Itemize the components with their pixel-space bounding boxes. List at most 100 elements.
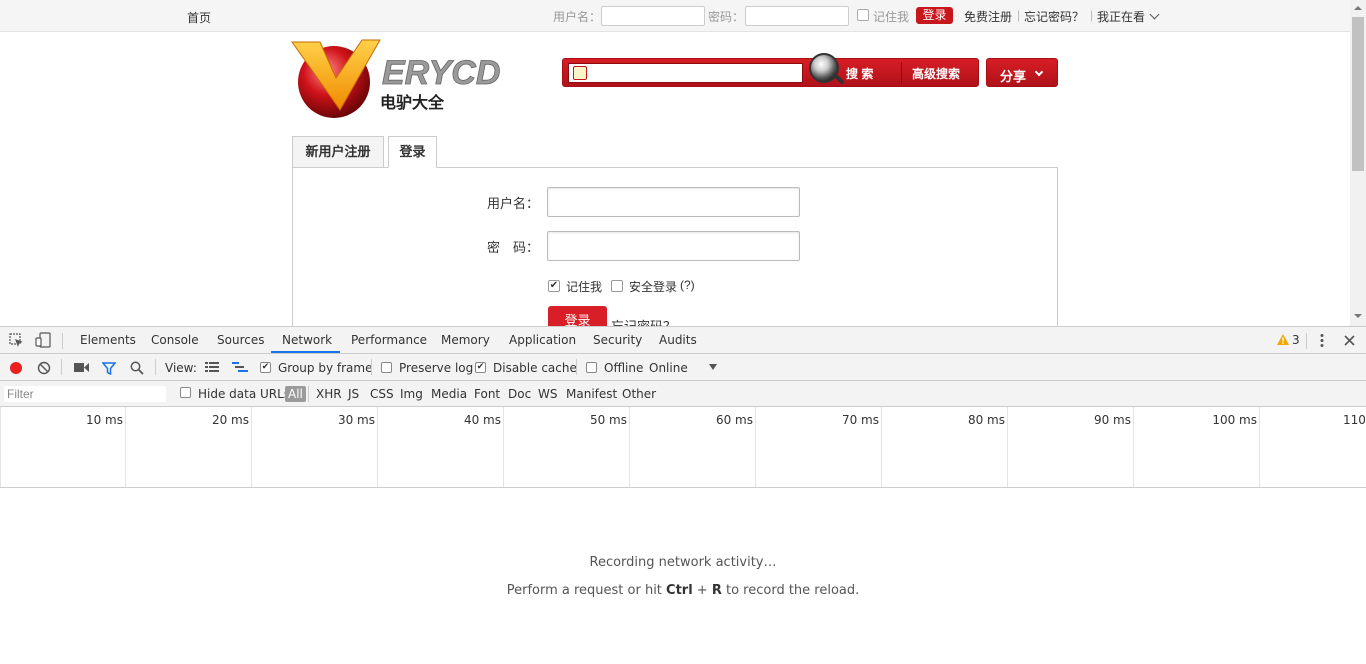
chevron-down-icon — [1149, 9, 1160, 20]
top-login-button[interactable]: 登录 — [916, 7, 953, 24]
tab-elements[interactable]: Elements — [80, 333, 136, 347]
filter-input[interactable] — [3, 385, 167, 403]
login-submit-button[interactable]: 登录 — [548, 306, 607, 326]
device-toolbar-icon[interactable] — [35, 332, 51, 348]
divider — [155, 359, 156, 375]
close-icon[interactable] — [1344, 335, 1355, 346]
waterfall-overview-icon[interactable] — [232, 362, 248, 374]
tab-network[interactable]: Network — [282, 333, 332, 347]
verycd-logo[interactable]: ERYCD 电驴大全 — [290, 38, 510, 122]
record-icon[interactable] — [9, 361, 23, 375]
filter-type-manifest[interactable]: Manifest — [566, 387, 617, 401]
watching-menu[interactable]: 我正在看 — [1097, 8, 1145, 25]
screenshot-camera-icon[interactable] — [74, 362, 89, 373]
tick-line — [1133, 407, 1134, 487]
site-viewport: 首页 用户名： 密码： 记住我 登录 免费注册 | 忘记密码？ | 我正在看 E… — [0, 0, 1366, 326]
scroll-down-icon[interactable] — [1354, 314, 1362, 318]
share-label: 分享 — [1000, 69, 1027, 84]
group-by-frame-label: Group by frame — [278, 361, 373, 375]
login-form: 用户名： 密 码： ✔ 记住我 安全登录 (?) 登录 忘记密码？ — [292, 167, 1058, 326]
tab-security[interactable]: Security — [593, 333, 642, 347]
shield-icon — [573, 66, 587, 80]
preserve-log-checkbox[interactable] — [381, 362, 392, 373]
remember-checkbox[interactable]: ✔ — [548, 280, 560, 292]
filter-type-ws[interactable]: WS — [538, 387, 557, 401]
tick-label: 60 ms — [715, 413, 753, 427]
vertical-scrollbar[interactable] — [1350, 0, 1366, 326]
disable-cache-checkbox[interactable]: ✔ — [475, 362, 486, 373]
filter-type-media[interactable]: Media — [431, 387, 467, 401]
filter-type-all[interactable]: All — [285, 386, 306, 402]
forgot-password-link[interactable]: 忘记密码？ — [1024, 8, 1084, 25]
tab-application[interactable]: Application — [509, 333, 576, 347]
username-input[interactable] — [547, 187, 800, 217]
secure-login-checkbox[interactable] — [611, 280, 623, 292]
top-username-input[interactable] — [601, 6, 705, 26]
tick-label: 10 ms — [85, 413, 123, 427]
tab-login[interactable]: 登录 — [388, 136, 437, 168]
filter-bar: Hide data URLs All XHR JS CSS Img Media … — [0, 381, 1366, 407]
inspect-element-icon[interactable] — [9, 333, 24, 348]
recording-status: Recording network activity… — [589, 555, 777, 570]
search-icon-handle — [833, 73, 845, 85]
svg-text:ERYCD: ERYCD — [382, 54, 500, 92]
hide-data-urls-checkbox[interactable] — [180, 387, 191, 398]
scroll-up-icon[interactable] — [1354, 6, 1362, 10]
password-input[interactable] — [547, 231, 800, 261]
dropdown-arrow-icon[interactable] — [709, 364, 717, 370]
network-overview-timeline[interactable]: 10 ms 20 ms 30 ms 40 ms 50 ms 60 ms 70 m… — [0, 407, 1366, 488]
warning-icon[interactable] — [1277, 334, 1289, 345]
filter-type-css[interactable]: CSS — [370, 387, 394, 401]
divider — [576, 359, 577, 375]
tab-register[interactable]: 新用户注册 — [292, 136, 384, 168]
register-link[interactable]: 免费注册 — [964, 8, 1012, 25]
tab-audits[interactable]: Audits — [659, 333, 697, 347]
filter-type-xhr[interactable]: XHR — [316, 387, 342, 401]
filter-icon[interactable] — [102, 362, 116, 375]
top-password-input[interactable] — [745, 6, 849, 26]
offline-checkbox[interactable] — [586, 362, 597, 373]
more-options-icon[interactable] — [1319, 333, 1325, 348]
tab-memory[interactable]: Memory — [441, 333, 490, 347]
filter-type-font[interactable]: Font — [474, 387, 500, 401]
tick-label: 40 ms — [463, 413, 501, 427]
remember-checkbox[interactable] — [857, 9, 869, 21]
tick-line — [503, 407, 504, 487]
search-button[interactable]: 搜 索 — [846, 65, 873, 82]
divider — [308, 386, 309, 402]
search-icon[interactable] — [130, 361, 144, 375]
advanced-search-button[interactable]: 高级搜索 — [912, 65, 960, 82]
tick-line — [881, 407, 882, 487]
search-input[interactable] — [568, 63, 803, 83]
tab-console[interactable]: Console — [151, 333, 199, 347]
tab-performance[interactable]: Performance — [351, 333, 427, 347]
share-button[interactable]: 分享 — [986, 58, 1058, 87]
scroll-thumb[interactable] — [1352, 17, 1364, 171]
throttling-select[interactable]: Online — [649, 361, 688, 375]
filter-type-doc[interactable]: Doc — [508, 387, 531, 401]
filter-type-img[interactable]: Img — [400, 387, 423, 401]
filter-type-other[interactable]: Other — [622, 387, 656, 401]
devtools-tabbar: Elements Console Sources Network Perform… — [0, 327, 1366, 354]
secure-login-label: 安全登录 — [629, 280, 678, 294]
forgot-password-link[interactable]: 忘记密码？ — [611, 316, 676, 326]
home-link[interactable]: 首页 — [187, 9, 211, 26]
separator: | — [1090, 8, 1094, 22]
clear-icon[interactable] — [37, 361, 51, 375]
tick-label: 30 ms — [337, 413, 375, 427]
tick-label: 50 ms — [589, 413, 627, 427]
large-rows-icon[interactable] — [205, 362, 219, 373]
warning-count[interactable]: 3 — [1292, 333, 1300, 347]
hint-key-r: R — [711, 583, 722, 598]
tick-label: 90 ms — [1093, 413, 1131, 427]
tick-line — [251, 407, 252, 487]
help-link[interactable]: (?) — [680, 278, 695, 292]
group-by-frame-checkbox[interactable]: ✔ — [260, 362, 271, 373]
remember-label: 记住我 — [566, 280, 603, 294]
reload-hint: Perform a request or hit Ctrl + R to rec… — [0, 583, 1366, 598]
filter-type-js[interactable]: JS — [348, 387, 359, 401]
search-icon[interactable] — [809, 53, 839, 83]
remember-label: 记住我 — [873, 10, 910, 24]
tick-label: 20 ms — [211, 413, 249, 427]
tab-sources[interactable]: Sources — [217, 333, 264, 347]
